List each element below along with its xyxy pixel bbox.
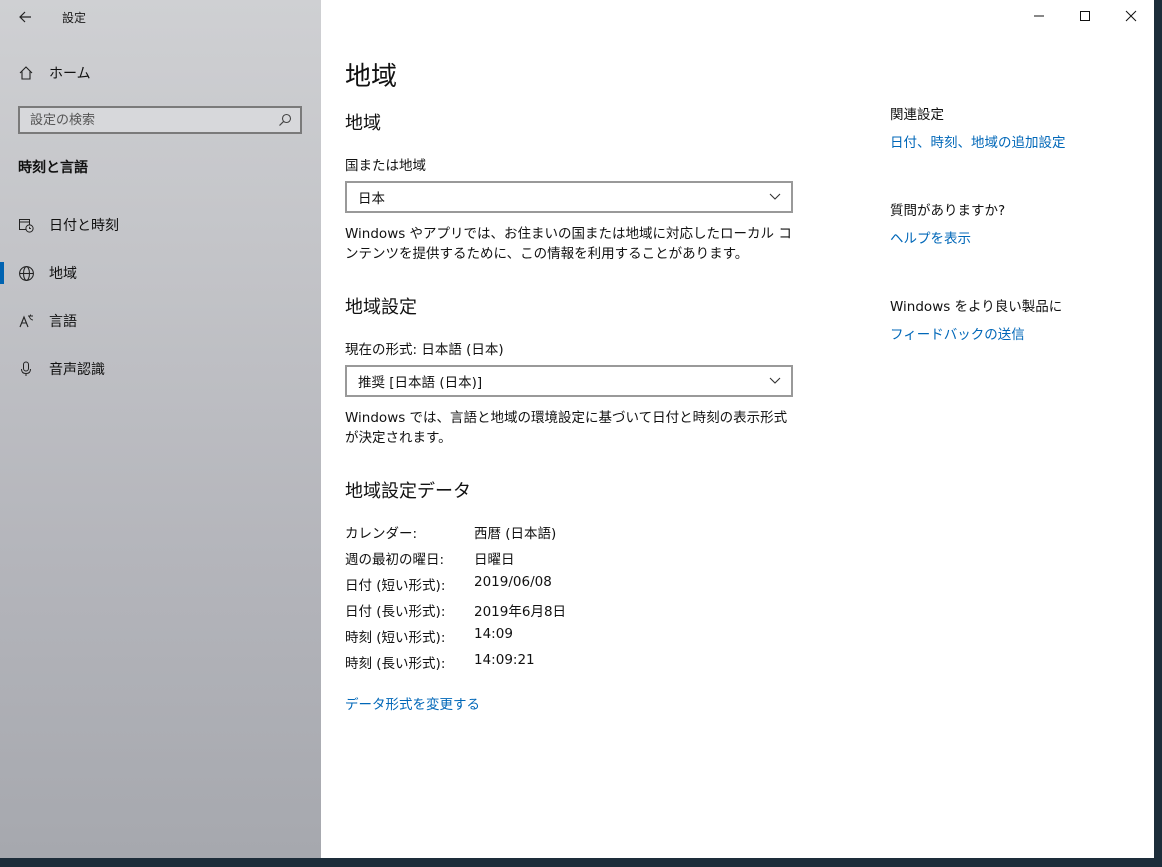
globe-icon	[17, 264, 35, 282]
data-row-key: 日付 (短い形式):	[345, 578, 446, 594]
data-row-key: カレンダー:	[345, 526, 418, 542]
maximize-icon	[1080, 11, 1090, 21]
back-button[interactable]	[14, 6, 36, 28]
country-dropdown[interactable]: 日本	[345, 181, 793, 213]
help-link[interactable]: ヘルプを表示	[890, 227, 971, 247]
section-label: 時刻と言語	[18, 160, 88, 176]
close-button[interactable]	[1108, 0, 1154, 32]
question-heading: 質問がありますか?	[890, 203, 1006, 219]
search-input[interactable]	[20, 111, 274, 129]
format-description: Windows では、言語と地域の環境設定に基づいて日付と時刻の表示形式が決定さ…	[345, 410, 788, 446]
additional-settings-link[interactable]: 日付、時刻、地域の追加設定	[890, 131, 1066, 151]
nav-region-label: 地域	[49, 266, 77, 282]
language-icon	[17, 312, 35, 330]
country-label: 国または地域	[345, 158, 426, 174]
data-row-key: 日付 (長い形式):	[345, 604, 446, 620]
format-dropdown[interactable]: 推奨 [日本語 (日本)]	[345, 365, 793, 397]
minimize-button[interactable]	[1016, 0, 1062, 32]
region-description: Windows やアプリでは、お住まいの国または地域に対応したローカル コンテン…	[345, 226, 792, 262]
nav-home-label: ホーム	[49, 66, 91, 82]
nav-speech[interactable]: 音声認識	[0, 351, 321, 387]
data-row-value: 西暦 (日本語)	[474, 526, 557, 542]
format-heading: 地域設定	[345, 297, 417, 318]
page-title: 地域	[345, 62, 398, 92]
current-format-label: 現在の形式: 日本語 (日本)	[345, 342, 504, 358]
change-format-link[interactable]: データ形式を変更する	[345, 693, 480, 713]
nav-home[interactable]: ホーム	[0, 55, 321, 91]
close-icon	[1125, 10, 1137, 22]
nav-speech-label: 音声認識	[49, 362, 105, 378]
back-arrow-icon	[19, 11, 31, 23]
data-row-value: 2019年6月8日	[474, 604, 567, 620]
data-row-value: 14:09	[474, 626, 513, 642]
data-row-value: 日曜日	[474, 552, 515, 568]
data-row-key: 週の最初の曜日:	[345, 552, 445, 568]
app-title: 設定	[62, 11, 87, 25]
minimize-icon	[1034, 15, 1044, 17]
nav-region[interactable]: 地域	[0, 255, 321, 291]
nav-date-time-label: 日付と時刻	[49, 218, 119, 234]
format-dropdown-value: 推奨 [日本語 (日本)]	[358, 375, 483, 391]
microphone-icon	[17, 360, 35, 378]
region-heading: 地域	[345, 113, 381, 134]
data-row-key: 時刻 (短い形式):	[345, 630, 446, 646]
nav-language-label: 言語	[49, 314, 77, 330]
data-heading: 地域設定データ	[345, 481, 471, 502]
data-row-key: 時刻 (長い形式):	[345, 656, 446, 672]
feedback-link[interactable]: フィードバックの送信	[890, 323, 1025, 343]
data-row-value: 14:09:21	[474, 652, 535, 668]
nav-language[interactable]: 言語	[0, 303, 321, 339]
chevron-down-icon	[769, 377, 781, 385]
window-controls	[1016, 0, 1154, 32]
sidebar: 設定 ホーム 時刻と言語	[0, 0, 321, 858]
search-box[interactable]	[18, 106, 302, 134]
home-icon	[17, 64, 35, 82]
country-dropdown-value: 日本	[358, 191, 385, 207]
calendar-clock-icon	[17, 216, 35, 234]
search-icon[interactable]	[274, 113, 296, 127]
improve-heading: Windows をより良い製品に	[890, 299, 1063, 315]
related-heading: 関連設定	[890, 107, 944, 123]
maximize-button[interactable]	[1062, 0, 1108, 32]
settings-window: 設定 ホーム 時刻と言語	[0, 0, 1154, 858]
chevron-down-icon	[769, 193, 781, 201]
nav-date-time[interactable]: 日付と時刻	[0, 207, 321, 243]
data-row-value: 2019/06/08	[474, 574, 552, 590]
